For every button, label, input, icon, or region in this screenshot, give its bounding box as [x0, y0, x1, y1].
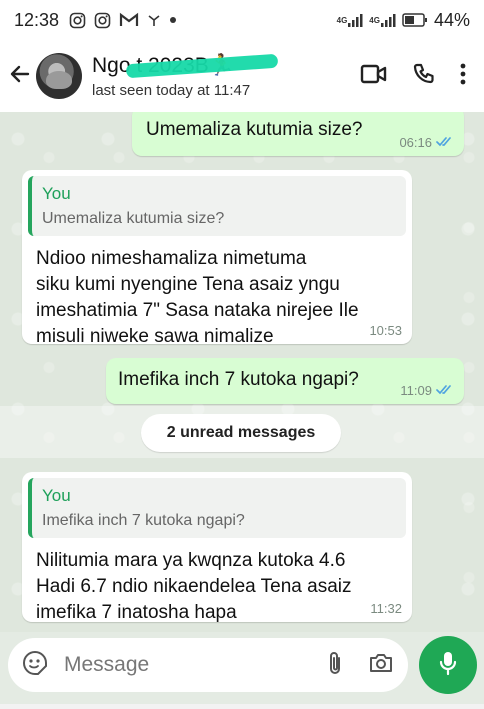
- signal-icon: [147, 13, 161, 27]
- last-seen: last seen today at 11:47: [92, 81, 251, 99]
- double-check-icon: [436, 383, 454, 398]
- message-line: Ndioo nimeshamaliza nimetuma: [36, 248, 307, 269]
- message-composer[interactable]: Message: [8, 638, 408, 692]
- instagram-icon: [94, 12, 111, 29]
- quote-author: You: [42, 486, 71, 505]
- message-meta: 10:53: [369, 323, 402, 338]
- message-body: Ndioo nimeshamaliza nimetuma siku kumi n…: [22, 236, 412, 350]
- message-time: 11:09: [400, 383, 432, 398]
- unread-messages-badge: 2 unread messages: [141, 414, 341, 452]
- message-incoming[interactable]: You Imefika inch 7 kutoka ngapi? Nilitum…: [22, 472, 412, 623]
- message-time: 06:16: [399, 135, 432, 150]
- message-meta: 11:32: [370, 601, 402, 616]
- double-check-icon: [436, 135, 454, 150]
- message-incoming[interactable]: You Umemaliza kutumia size? Ndioo nimesh…: [22, 170, 412, 347]
- quote-author: You: [42, 184, 71, 203]
- message-time: 10:53: [369, 323, 402, 338]
- message-text: Imefika inch 7 kutoka ngapi?: [118, 369, 359, 390]
- quote-text: Imefika inch 7 kutoka ngapi?: [42, 512, 245, 529]
- arrow-left-icon: [8, 62, 32, 91]
- instagram-icon: [69, 12, 86, 29]
- message-line: misuli niweke sawa nimalize: [36, 326, 274, 347]
- quote-text: Umemaliza kutumia size?: [42, 210, 225, 227]
- notification-icons: [69, 12, 177, 29]
- battery-icon: [402, 13, 428, 27]
- camera-icon[interactable]: [368, 652, 394, 679]
- message-time: 11:32: [370, 601, 402, 616]
- back-button[interactable]: [0, 40, 40, 112]
- nav-bar-strip: [0, 704, 484, 709]
- contact-name-row: Ngo t 2023B🏃: [92, 53, 279, 78]
- contact-info[interactable]: Ngo t 2023B🏃 last seen today at 11:47: [92, 53, 279, 99]
- avatar[interactable]: [36, 53, 82, 99]
- cell-signal-2-icon: 4G: [369, 12, 396, 28]
- emoji-sticker-icon[interactable]: [22, 650, 48, 681]
- microphone-icon: [438, 650, 458, 681]
- chat-area[interactable]: Umemaliza kutumia size? 06:16 You Umemal…: [0, 112, 484, 632]
- message-line: Nilitumia mara ya kwqnza kutoka 4.6: [36, 550, 346, 571]
- quoted-message[interactable]: You Imefika inch 7 kutoka ngapi?: [28, 478, 406, 538]
- cell-signal-1-icon: 4G: [337, 12, 364, 28]
- video-call-icon[interactable]: [360, 63, 388, 90]
- message-line: imefika 7 inatosha hapa: [36, 602, 237, 623]
- message-body: Nilitumia mara ya kwqnza kutoka 4.6 Hadi…: [22, 538, 412, 626]
- message-text: Umemaliza kutumia size?: [146, 119, 363, 140]
- message-line: Hadi 6.7 ndio nikaendelea Tena asaiz: [36, 576, 352, 597]
- phone-call-icon[interactable]: [412, 62, 436, 91]
- message-meta: 06:16: [399, 135, 454, 150]
- status-time: 12:38: [14, 9, 60, 30]
- composer-bar: Message: [0, 632, 484, 709]
- more-options-icon[interactable]: [460, 63, 466, 90]
- network-type-1: 4G: [336, 15, 348, 25]
- message-line: imeshatimia 7" Sasa nataka nirejee Ile: [36, 300, 359, 321]
- message-meta: 11:09: [400, 383, 454, 398]
- gmail-icon: [119, 12, 139, 28]
- chat-header: Ngo t 2023B🏃 last seen today at 11:47: [0, 40, 484, 112]
- message-outgoing[interactable]: Umemaliza kutumia size? 06:16: [132, 112, 464, 156]
- voice-record-button[interactable]: [419, 636, 477, 694]
- attach-paperclip-icon[interactable]: [326, 650, 344, 681]
- message-input-placeholder[interactable]: Message: [64, 653, 149, 677]
- status-bar: 12:38 4G 4G 44%: [0, 0, 484, 40]
- battery-percent: 44%: [433, 9, 470, 30]
- message-line: siku kumi nyengine Tena asaiz yngu: [36, 274, 340, 295]
- network-type-2: 4G: [369, 15, 380, 25]
- quoted-message[interactable]: You Umemaliza kutumia size?: [28, 176, 406, 236]
- message-outgoing[interactable]: Imefika inch 7 kutoka ngapi? 11:09: [106, 358, 464, 404]
- dot-icon: [169, 16, 177, 24]
